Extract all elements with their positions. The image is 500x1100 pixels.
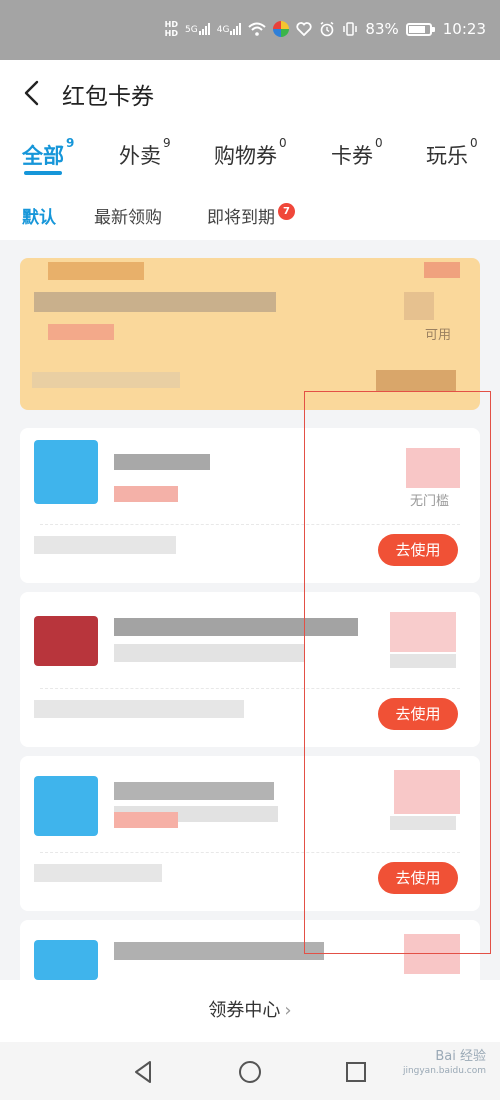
coupon-center-label: 领券中心: [208, 1000, 281, 1021]
page-title: 红包卡券: [62, 84, 154, 110]
tab-takeout[interactable]: 外卖9: [119, 136, 171, 170]
colorful-app-icon: [273, 21, 290, 37]
card-divider: [40, 688, 460, 689]
blurred-validity: [34, 864, 162, 882]
blurred-coupon-title: [114, 782, 274, 800]
coupon-card-3[interactable]: 去使用: [20, 592, 480, 747]
tab-entertainment[interactable]: 玩乐0: [426, 136, 478, 170]
tab-shopping-coupon[interactable]: 购物券0: [214, 136, 287, 170]
merchant-logo: [34, 616, 98, 666]
use-coupon-button[interactable]: 去使用: [378, 698, 458, 730]
blurred-footer-right: [376, 370, 456, 392]
blurred-amount: [406, 448, 460, 488]
coupon-center-link[interactable]: 领券中心 ›: [0, 980, 500, 1042]
merchant-logo: [34, 440, 98, 504]
card-divider: [40, 524, 460, 525]
tab-all[interactable]: 全部9: [22, 136, 74, 170]
filter-expiring[interactable]: 即将到期 7: [207, 203, 295, 228]
active-tab-indicator: [24, 171, 62, 175]
watermark: Bai 经验 jingyan.baidu.com: [402, 1049, 486, 1077]
nav-back-icon[interactable]: [132, 1060, 154, 1084]
blurred-condition: [390, 654, 456, 668]
clock: 10:23: [442, 20, 486, 38]
battery-percent: 83%: [365, 20, 399, 38]
blurred-validity: [34, 700, 244, 718]
expiring-count-badge: 7: [278, 203, 295, 220]
blurred-tag: [114, 486, 178, 502]
heart-icon: [296, 22, 313, 36]
blurred-amount: [404, 934, 460, 974]
tab-cards[interactable]: 卡券0: [331, 136, 383, 170]
signal-4g-icon: 4G: [217, 23, 242, 35]
blurred-coupon-title: [114, 618, 358, 636]
chevron-right-icon: ›: [284, 1000, 292, 1021]
no-threshold-label: 无门槛: [410, 494, 450, 509]
category-tabs: 全部9 外卖9 购物券0 卡券0 玩乐0: [0, 136, 500, 180]
blurred-subtitle: [48, 324, 114, 340]
blurred-amount: [394, 770, 460, 814]
hd-indicator: HD HD: [164, 20, 179, 38]
blurred-tag: [114, 812, 178, 828]
blurred-coupon-title: [114, 454, 210, 470]
usage-suffix: 可用: [425, 328, 452, 343]
merchant-logo: [34, 940, 98, 980]
use-coupon-button[interactable]: 去使用: [378, 862, 458, 894]
card-divider: [40, 852, 460, 853]
merchant-logo: [34, 776, 98, 836]
coupon-card-4[interactable]: 去使用: [20, 756, 480, 911]
blurred-validity: [34, 536, 176, 554]
use-coupon-button[interactable]: 去使用: [378, 534, 458, 566]
filter-newest[interactable]: 最新领购: [94, 203, 162, 228]
blurred-footer: [32, 372, 180, 388]
filter-default[interactable]: 默认: [22, 203, 56, 228]
blurred-amount: [424, 262, 460, 278]
blurred-amount-detail: [404, 292, 434, 320]
blurred-logo: [48, 262, 144, 280]
chevron-left-icon[interactable]: [20, 80, 44, 106]
blurred-subtitle: [114, 644, 304, 662]
sort-filters: 默认 最新领购 即将到期 7: [0, 203, 500, 231]
status-bar: HD HD 5G 4G 83% 10:23: [0, 0, 500, 60]
page-header: 红包卡券 全部9 外卖9 购物券0 卡券0 玩乐0 默认 最新领购 即将到期 7: [0, 60, 500, 240]
coupon-card-2[interactable]: 无门槛 去使用: [20, 428, 480, 583]
vibrate-icon: [343, 22, 358, 36]
signal-5g-icon: 5G: [185, 23, 210, 35]
coupon-card-1[interactable]: 可用: [20, 258, 480, 410]
alarm-icon: [320, 21, 334, 37]
battery-icon: [405, 22, 435, 36]
blurred-amount: [390, 612, 456, 652]
nav-home-icon[interactable]: [238, 1060, 262, 1084]
blurred-coupon-title: [114, 942, 324, 960]
wifi-icon: [248, 22, 267, 36]
nav-recents-icon[interactable]: [345, 1061, 367, 1083]
blurred-title: [34, 292, 276, 312]
blurred-condition: [390, 816, 456, 830]
